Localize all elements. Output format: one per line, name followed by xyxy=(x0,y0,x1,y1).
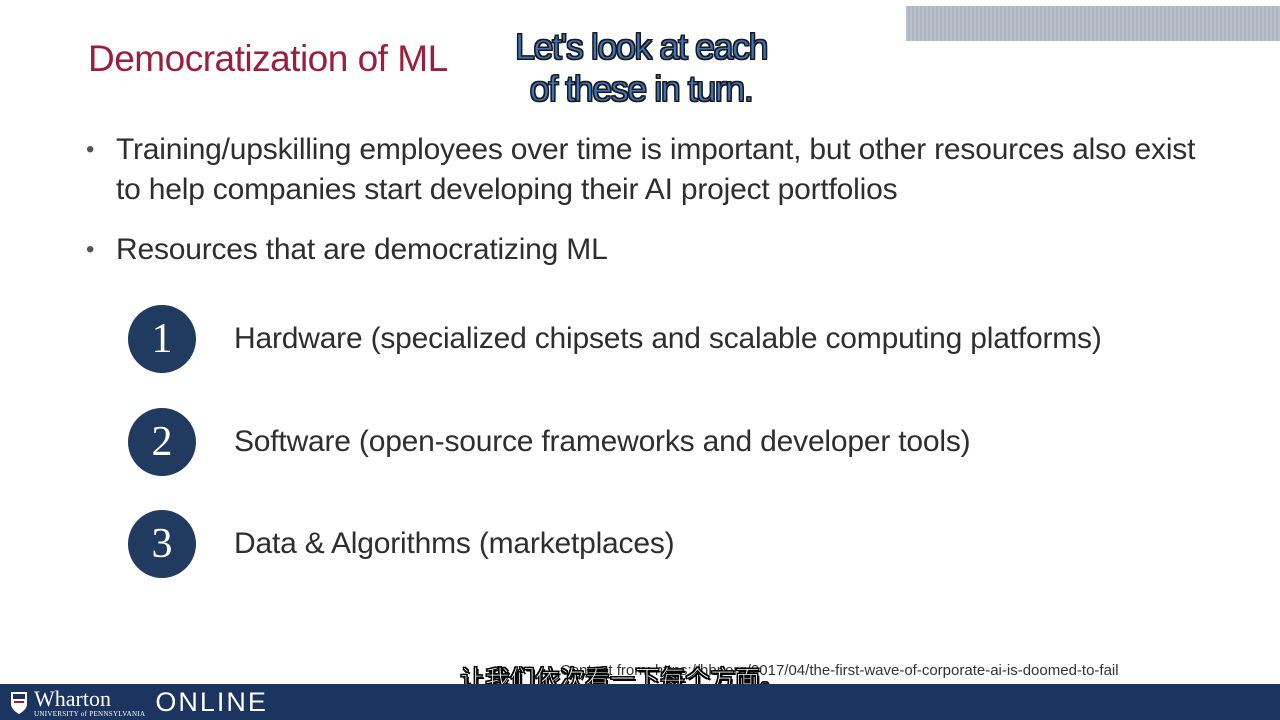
callout-line-2: of these in turn. xyxy=(529,68,754,110)
resource-label: Data & Algorithms (marketplaces) xyxy=(234,527,675,560)
logo-subtitle: UNIVERSITY of PENNSYLVANIA xyxy=(34,709,146,718)
logo-name: Wharton xyxy=(34,685,111,711)
number-circle-icon: 1 xyxy=(128,305,196,373)
bullet-item: • Resources that are democratizing ML xyxy=(86,230,1206,270)
logo-online: ONLINE xyxy=(155,687,268,717)
resource-item-hardware: 1 Hardware (specialized chipsets and sca… xyxy=(128,305,1102,373)
footer-bar: Wharton UNIVERSITY of PENNSYLVANIA ONLIN… xyxy=(0,684,1280,720)
number-circle-icon: 3 xyxy=(128,510,196,578)
callout-text: Let's look at each of these in turn. xyxy=(486,26,796,110)
logo-wordmark: Wharton UNIVERSITY of PENNSYLVANIA xyxy=(34,685,146,718)
bullet-icon: • xyxy=(86,136,95,163)
top-banner xyxy=(906,6,1280,41)
resource-label: Software (open-source frameworks and dev… xyxy=(234,425,971,458)
bullet-text: Resources that are democratizing ML xyxy=(116,233,608,266)
resource-label: Hardware (specialized chipsets and scala… xyxy=(234,322,1102,355)
callout-line-1: Let's look at each xyxy=(514,26,769,68)
resource-item-software: 2 Software (open-source frameworks and d… xyxy=(128,408,971,476)
bullet-item: • Training/upskilling employees over tim… xyxy=(86,130,1206,210)
number-circle-icon: 2 xyxy=(128,408,196,476)
resource-item-data-algorithms: 3 Data & Algorithms (marketplaces) xyxy=(128,510,675,578)
slide-title: Democratization of ML xyxy=(88,38,448,79)
bullet-text: Training/upskilling employees over time … xyxy=(116,133,1196,206)
bullet-icon: • xyxy=(86,236,95,263)
wharton-online-logo: Wharton UNIVERSITY of PENNSYLVANIA ONLIN… xyxy=(10,687,268,718)
shield-icon xyxy=(11,691,27,714)
bullet-list: • Training/upskilling employees over tim… xyxy=(86,130,1206,270)
